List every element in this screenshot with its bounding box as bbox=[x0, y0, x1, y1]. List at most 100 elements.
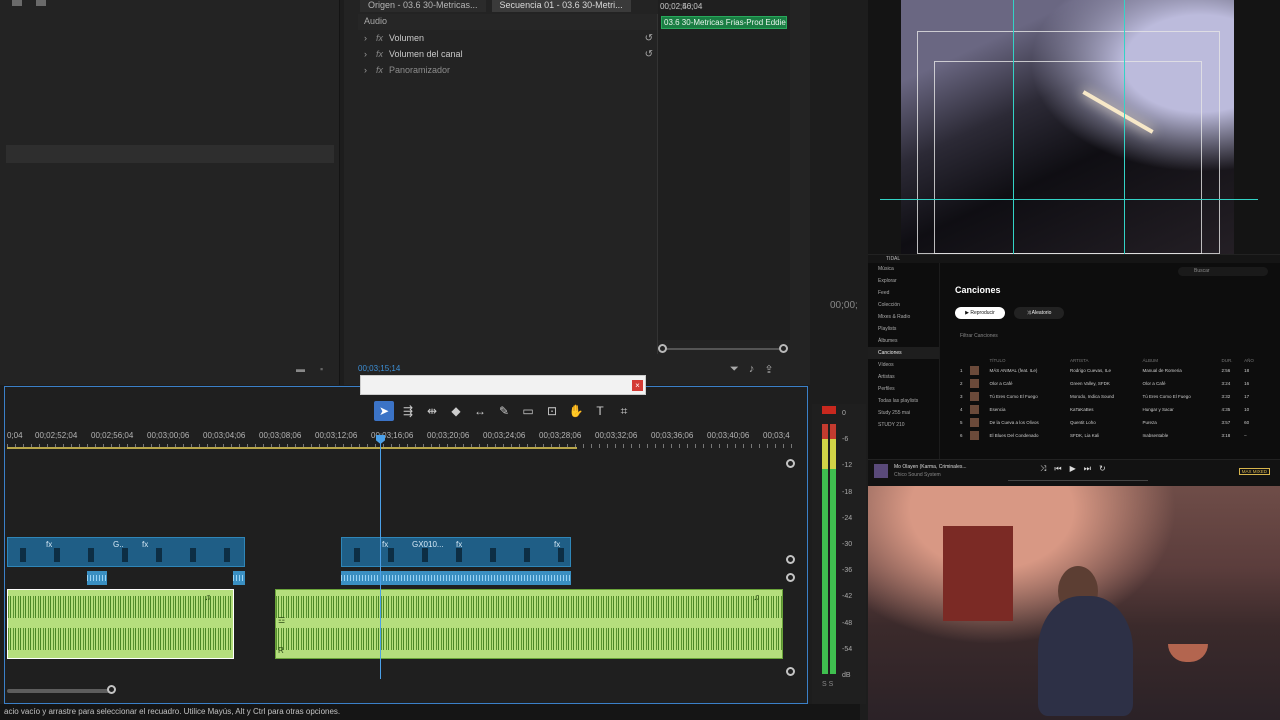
now-playing-artist[interactable]: Chico Sound System bbox=[894, 472, 941, 478]
tab-sequence[interactable]: Secuencia 01 - 03.6 30-Metri... bbox=[491, 0, 631, 12]
project-selected-row[interactable] bbox=[6, 145, 334, 163]
playlist-item[interactable]: Study 255 mai bbox=[868, 407, 939, 419]
table-row[interactable]: 5 De la Cueva a los Olivos Quentit Loho Pur… bbox=[958, 416, 1263, 429]
grid-view-icon[interactable] bbox=[36, 0, 46, 6]
sidebar-item[interactable]: Música bbox=[868, 263, 939, 275]
chevron-right-icon[interactable]: › bbox=[364, 65, 370, 75]
track-select-tool-icon[interactable]: ⇶ bbox=[398, 401, 418, 421]
waveform bbox=[276, 596, 782, 618]
solo-buttons[interactable]: S S bbox=[822, 681, 833, 688]
previous-icon[interactable]: ⏮ bbox=[1054, 464, 1061, 474]
hand-tool-icon[interactable]: ✋ bbox=[566, 401, 586, 421]
shuffle-icon[interactable]: ⤨ bbox=[1040, 464, 1046, 474]
current-timecode[interactable]: 00;03;15;14 bbox=[358, 364, 400, 373]
rectangle-tool-icon[interactable]: ▭ bbox=[518, 401, 538, 421]
time-ruler[interactable]: 0;04 00;02;52;04 00;02;56;04 00;03;00;06… bbox=[7, 431, 793, 448]
list-view-icon[interactable] bbox=[12, 0, 22, 6]
table-row[interactable]: 1 MÁS ANIMAL (feat. ILe) Rodrigo Cuevas, I… bbox=[958, 364, 1263, 377]
playlist-item[interactable]: STUDY 210 bbox=[868, 419, 939, 431]
waveform bbox=[8, 628, 233, 650]
repeat-icon[interactable]: ↻ bbox=[1099, 464, 1106, 474]
audio-clip-small[interactable] bbox=[233, 571, 245, 585]
music-clip[interactable]: ♫ ☲ R bbox=[275, 589, 783, 659]
col-artist[interactable]: ARTISTA bbox=[1068, 357, 1141, 364]
audio-clip-small[interactable] bbox=[341, 571, 571, 585]
effect-row-panner[interactable]: › fx Panoramizador bbox=[358, 62, 657, 78]
fx-icon: fx bbox=[376, 49, 384, 59]
selection-tool-icon[interactable]: ➤ bbox=[374, 401, 394, 421]
table-row[interactable]: 3 Tú Eres Como El Fuego Morodo, Indica Sou… bbox=[958, 390, 1263, 403]
crop-tool-icon[interactable]: ⊡ bbox=[542, 401, 562, 421]
table-row[interactable]: 6 El Blues Del Condenado SFDK, Lia Kali Ina… bbox=[958, 429, 1263, 442]
sidebar-item[interactable]: Álbumes bbox=[868, 335, 939, 347]
track-scroll-handle[interactable] bbox=[786, 459, 795, 468]
play-icon[interactable]: ▶ bbox=[1070, 464, 1076, 474]
sidebar-item[interactable]: Artistas bbox=[868, 371, 939, 383]
now-playing-title[interactable]: Mo Olayen (Karma, Criminales... bbox=[894, 464, 967, 470]
table-row[interactable]: 2 Olor a Café Green Valley, SFDK Olor a Caf… bbox=[958, 377, 1263, 390]
next-icon[interactable]: ⏭ bbox=[1084, 464, 1091, 474]
scroll-handle-right[interactable] bbox=[779, 344, 788, 353]
chevron-right-icon[interactable]: › bbox=[364, 33, 370, 43]
col-album[interactable]: ÁLBUM bbox=[1141, 357, 1220, 364]
scale-label: -54 bbox=[842, 645, 853, 653]
playhead[interactable] bbox=[376, 435, 385, 679]
export-icon[interactable]: ⇪ bbox=[764, 363, 773, 376]
timeline-panel[interactable]: 0;04 00;02;52;04 00;02;56;04 00;03;00;06… bbox=[4, 386, 808, 704]
work-area-bar[interactable] bbox=[7, 447, 577, 449]
video-clip[interactable]: GX010... fx fx fx bbox=[341, 537, 571, 567]
progress-bar[interactable] bbox=[1008, 480, 1148, 481]
ripple-edit-tool-icon[interactable]: ⇹ bbox=[422, 401, 442, 421]
track-scroll-handle[interactable] bbox=[786, 667, 795, 676]
effect-row-volume[interactable]: › fx Volumen ↺ bbox=[358, 30, 657, 46]
sidebar-item-active[interactable]: Canciones bbox=[868, 347, 939, 359]
track-scroll-handle[interactable] bbox=[786, 573, 795, 582]
fx-badge: fx bbox=[382, 540, 389, 549]
tab-source[interactable]: Origen - 03.6 30-Metricas... bbox=[360, 0, 486, 12]
track-scroll-handle[interactable] bbox=[786, 555, 795, 564]
type-tool-icon[interactable]: T bbox=[590, 401, 610, 421]
sidebar-item[interactable]: Perfiles bbox=[868, 383, 939, 395]
sidebar-item[interactable]: Playlists bbox=[868, 323, 939, 335]
sidebar-item[interactable]: Explorar bbox=[868, 275, 939, 287]
trash-icon[interactable]: ▪ bbox=[320, 364, 323, 374]
sidebar-item[interactable]: Mixes & Radio bbox=[868, 311, 939, 323]
filter-icon[interactable]: ⏷ bbox=[730, 363, 739, 376]
timeline-hscroll[interactable] bbox=[7, 689, 113, 693]
effect-zoom-scrollbar[interactable] bbox=[658, 344, 788, 353]
effect-row-channel-volume[interactable]: › fx Volumen del canal ↺ bbox=[358, 46, 657, 62]
razor-tool-icon[interactable]: ◆ bbox=[446, 401, 466, 421]
effect-tools: ⏷ ♪ ⇪ bbox=[730, 363, 774, 376]
effect-clip-bar[interactable]: 03.6 30-Metricas Frias-Prod Eddie bbox=[661, 16, 787, 29]
close-icon[interactable]: × bbox=[632, 380, 643, 391]
col-duration[interactable]: DUR. bbox=[1220, 357, 1243, 364]
track-number: 5 bbox=[960, 420, 963, 425]
palette-titlebar[interactable]: × bbox=[360, 375, 646, 395]
track-album: Olor a Café bbox=[1142, 381, 1166, 386]
remix-tool-icon[interactable]: ⌗ bbox=[614, 401, 634, 421]
slip-tool-icon[interactable]: ↔ bbox=[470, 401, 490, 421]
pen-tool-icon[interactable]: ✎ bbox=[494, 401, 514, 421]
waveform bbox=[87, 575, 107, 581]
meter-scale: 0 -6 -12 -18 -24 -30 -36 -42 -48 -54 dB bbox=[842, 410, 852, 698]
audio-clip-small[interactable] bbox=[87, 571, 107, 585]
table-row[interactable]: 4 Esencia KaTaKaBes Hungar y Sacar 4:35 10 bbox=[958, 403, 1263, 416]
zoom-scroll-handle[interactable] bbox=[107, 685, 116, 694]
sidebar-item[interactable]: Vídeos bbox=[868, 359, 939, 371]
col-title[interactable]: TÍTULO bbox=[987, 357, 1067, 364]
reset-icon[interactable]: ↺ bbox=[645, 49, 653, 60]
sidebar-item[interactable]: Feed bbox=[868, 287, 939, 299]
search-input[interactable]: Buscar bbox=[1178, 267, 1268, 276]
video-clip[interactable]: G.. fx fx bbox=[7, 537, 245, 567]
chevron-right-icon[interactable]: › bbox=[364, 49, 370, 59]
folder-icon[interactable]: ▬ bbox=[296, 364, 305, 374]
scroll-handle-left[interactable] bbox=[658, 344, 667, 353]
audio-toggle-icon[interactable]: ♪ bbox=[749, 363, 755, 376]
play-button[interactable]: ▶ Reproducir bbox=[955, 307, 1005, 319]
music-clip-selected[interactable]: ♫ bbox=[7, 589, 234, 659]
col-year[interactable]: AÑO bbox=[1242, 357, 1263, 364]
shuffle-button[interactable]: ⤨ Aleatorio bbox=[1014, 307, 1064, 319]
program-monitor[interactable] bbox=[868, 0, 1280, 254]
reset-icon[interactable]: ↺ bbox=[645, 33, 653, 44]
filter-input[interactable]: Filtrar Canciones bbox=[960, 333, 998, 339]
